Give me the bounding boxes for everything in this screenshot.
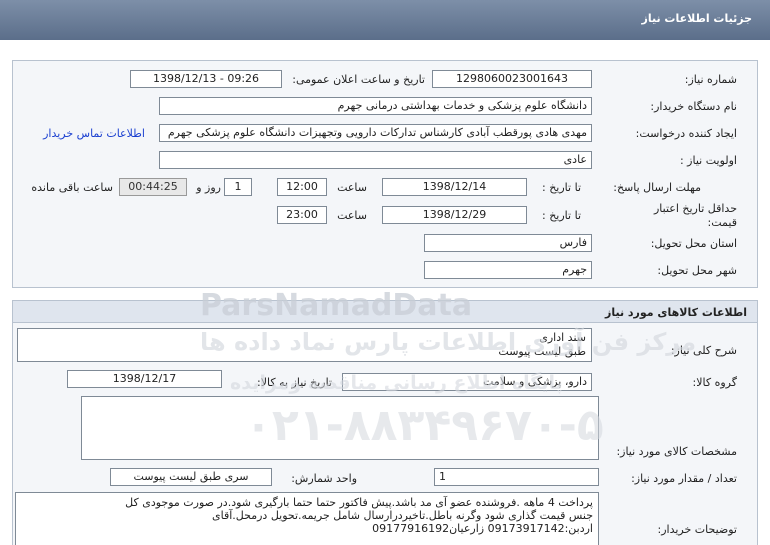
deadline-to-date-label: تا تاریخ :: [542, 181, 581, 194]
goods-group-label: گروه کالا:: [692, 376, 737, 389]
specs-field: [81, 396, 599, 460]
description-label: شرح کلی نیاز:: [670, 344, 737, 357]
page-title: جزئیات اطلاعات نیاز: [641, 12, 753, 25]
province-field: فارس: [424, 234, 592, 252]
announce-label: تاریخ و ساعت اعلان عمومی:: [292, 73, 425, 86]
validity-time-label: ساعت: [337, 209, 367, 222]
need-date-label: تاریخ نیاز به کالا:: [257, 376, 332, 389]
buyer-notes-line-1: پرداخت 4 ماهه .فروشنده عضو آی مد باشد.پی…: [125, 496, 593, 509]
remaining-label: ساعت باقی مانده: [31, 181, 113, 194]
validity-time-field: 23:00: [277, 206, 327, 224]
goods-group-field: دارو، پزشکی و سلامت: [342, 373, 592, 391]
need-date-field: 1398/12/17: [67, 370, 222, 388]
province-label: استان محل تحویل:: [650, 237, 737, 250]
goods-section-title: اطلاعات کالاهای مورد نیاز: [605, 306, 747, 319]
need-number-field: 1298060023001643: [432, 70, 592, 88]
quantity-field: 1: [434, 468, 599, 486]
description-line-1: سند اداری: [539, 331, 586, 344]
specs-label: مشخصات کالای مورد نیاز:: [616, 445, 737, 458]
need-number-label: شماره نیاز:: [684, 73, 737, 86]
goods-panel: اطلاعات کالاهای مورد نیاز شرح کلی نیاز: …: [12, 300, 758, 545]
city-field: جهرم: [424, 261, 592, 279]
remaining-time: 00:44:25: [119, 178, 187, 196]
announce-field: 1398/12/13 - 09:26: [130, 70, 282, 88]
buyer-notes-line-2: جنس قیمت گذاری شود وگرنه باطل.تاخیردرارس…: [212, 509, 593, 522]
unit-field: سری طبق لیست پیوست: [110, 468, 272, 486]
validity-label: حداقل تاریخ اعتبار قیمت:: [653, 202, 737, 229]
priority-label: اولویت نیاز :: [679, 154, 737, 167]
deadline-time-field: 12:00: [277, 178, 327, 196]
goods-section-header: اطلاعات کالاهای مورد نیاز: [13, 301, 757, 323]
quantity-label: تعداد / مقدار مورد نیاز:: [631, 472, 737, 485]
validity-date-field: 1398/12/29: [382, 206, 527, 224]
description-field: سند اداری طبق لیست پیوست: [17, 328, 592, 362]
days-count-field: 1: [224, 178, 252, 196]
buyer-notes-field: پرداخت 4 ماهه .فروشنده عضو آی مد باشد.پی…: [15, 492, 599, 545]
requester-label: ایجاد کننده درخواست:: [635, 127, 737, 140]
description-line-2: طبق لیست پیوست: [498, 345, 586, 358]
buyer-notes-line-3: اردبن:09173917142 زارعیان09177916192: [372, 522, 593, 535]
page-header: جزئیات اطلاعات نیاز: [0, 0, 770, 40]
buyer-notes-label: توضیحات خریدار:: [657, 523, 738, 536]
deadline-time-label: ساعت: [337, 181, 367, 194]
validity-to-date-label: تا تاریخ :: [542, 209, 581, 222]
need-info-panel: شماره نیاز: 1298060023001643 تاریخ و ساع…: [12, 60, 758, 288]
buyer-org-label: نام دستگاه خریدار:: [650, 100, 737, 113]
day-and-label: روز و: [196, 181, 221, 194]
buyer-org-field: دانشگاه علوم پزشکی و خدمات بهداشتی درمان…: [159, 97, 592, 115]
requester-field: مهدی هادی پورقطب آبادی کارشناس تدارکات د…: [159, 124, 592, 142]
priority-field: عادی: [159, 151, 592, 169]
city-label: شهر محل تحویل:: [657, 264, 737, 277]
unit-label: واحد شمارش:: [291, 472, 357, 485]
deadline-label: مهلت ارسال پاسخ:: [613, 181, 701, 194]
deadline-date-field: 1398/12/14: [382, 178, 527, 196]
buyer-contact-link[interactable]: اطلاعات تماس خریدار: [43, 127, 145, 140]
